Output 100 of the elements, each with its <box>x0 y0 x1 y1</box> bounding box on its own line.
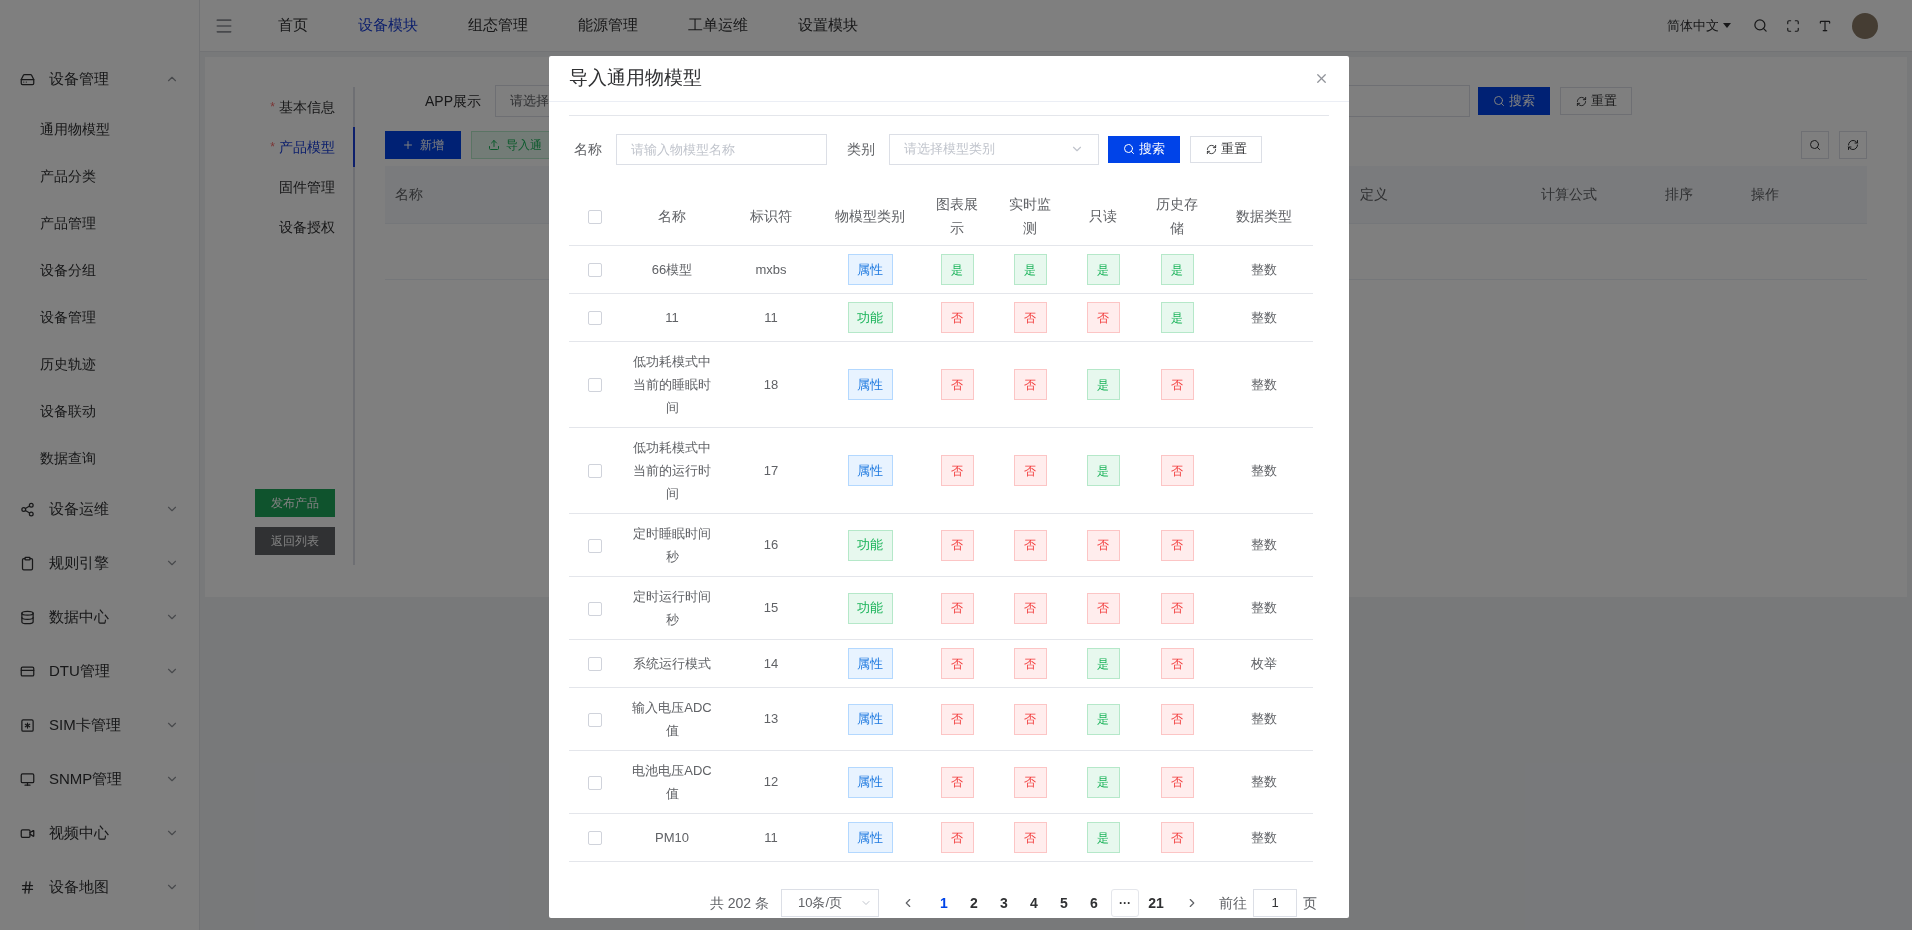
status-tag: 否 <box>1013 302 1047 333</box>
identifier-cell: 13 <box>763 711 779 727</box>
sidebar-menu-item[interactable]: DTU管理 <box>0 644 199 698</box>
top-nav-tab[interactable]: 能源管理 <box>578 14 638 37</box>
add-button[interactable]: 新增 <box>385 131 461 159</box>
status-tag: 否 <box>940 592 974 624</box>
goto-page-input[interactable]: 1 <box>1253 889 1297 917</box>
search-icon-button[interactable] <box>1801 131 1829 159</box>
page-number[interactable]: 2 <box>959 892 989 914</box>
language-dropdown[interactable]: 简体中文 <box>1667 15 1731 36</box>
sidebar-menu-item[interactable]: 视频中心 <box>0 806 199 860</box>
refresh-icon-button[interactable] <box>1839 131 1867 159</box>
reset-button[interactable]: 重置 <box>1560 87 1632 115</box>
checkbox[interactable] <box>588 712 602 727</box>
sidebar-submenu-item[interactable]: 设备分组 <box>0 247 199 294</box>
search-icon <box>1493 95 1505 107</box>
sidebar-menu-item[interactable]: SIM卡管理 <box>0 698 199 752</box>
sidebar-submenu-item[interactable]: 设备联动 <box>0 388 199 435</box>
top-nav-tab[interactable]: 设备模块 <box>358 14 418 37</box>
status-tag: 否 <box>1086 592 1120 624</box>
name-cell: 低功耗模式中当前的运行时间 <box>633 440 711 501</box>
reset-button[interactable]: 重置 <box>1190 135 1262 163</box>
status-tag: 是 <box>1086 703 1120 735</box>
status-tag: 是 <box>940 254 974 285</box>
sidebar-menu-item[interactable]: 设备运维 <box>0 482 199 536</box>
top-nav-tab[interactable]: 首页 <box>278 14 308 37</box>
sidebar-submenu-item[interactable]: 产品管理 <box>0 200 199 247</box>
close-icon[interactable] <box>1314 71 1329 86</box>
sidebar-item-icon <box>20 609 35 625</box>
checkbox[interactable] <box>588 657 602 672</box>
column-header: 标识符 <box>750 208 792 224</box>
sidebar-menu-item[interactable]: 规则引擎 <box>0 536 199 590</box>
fullscreen-icon[interactable] <box>1786 18 1800 33</box>
search-icon[interactable] <box>1753 18 1768 33</box>
sidebar-submenu-item[interactable]: 通用物模型 <box>0 106 199 153</box>
font-size-icon[interactable] <box>1818 18 1832 33</box>
identifier-cell: 18 <box>763 376 779 392</box>
column-header: 操作 <box>1751 186 1779 202</box>
page-number[interactable]: 6 <box>1079 892 1109 914</box>
sidebar-submenu-item[interactable]: 产品分类 <box>0 153 199 200</box>
page-size-select[interactable]: 10条/页 <box>781 889 879 917</box>
identifier-cell: 12 <box>763 774 779 790</box>
identifier-cell: 16 <box>763 537 779 553</box>
top-nav-tab[interactable]: 设置模块 <box>798 14 858 37</box>
column-header: 只读 <box>1089 208 1117 224</box>
column-header: 定义 <box>1360 186 1388 202</box>
top-nav-tab[interactable]: 组态管理 <box>468 14 528 37</box>
column-header: 计算公式 <box>1541 186 1597 202</box>
product-action-button[interactable]: 发布产品 <box>255 489 335 517</box>
goto-suffix: 页 <box>1303 893 1317 913</box>
page-number[interactable]: 3 <box>989 892 1019 914</box>
search-button[interactable]: 搜索 <box>1108 135 1180 163</box>
checkbox[interactable] <box>588 538 602 553</box>
dialog-title: 导入通用物模型 <box>569 66 703 91</box>
sidebar-submenu-item[interactable]: 设备管理 <box>0 294 199 341</box>
required-mark: * <box>270 139 275 156</box>
product-tab[interactable]: 产品模型 <box>279 136 335 158</box>
avatar[interactable] <box>1852 12 1878 39</box>
product-tab[interactable]: 基本信息 <box>279 96 335 118</box>
product-tab[interactable]: 设备授权 <box>279 216 335 238</box>
checkbox[interactable] <box>588 831 602 846</box>
name-input[interactable]: 请输入物模型名称 <box>616 133 827 165</box>
checkbox[interactable] <box>588 311 602 326</box>
page-number[interactable]: 1 <box>929 892 959 914</box>
sidebar-menu-item[interactable]: 设备地图 <box>0 860 199 914</box>
category-tag: 属性 <box>847 369 893 400</box>
more-pages-button[interactable]: ··· <box>1111 889 1139 917</box>
top-nav-tab[interactable]: 工单运维 <box>688 14 748 37</box>
status-tag: 否 <box>940 766 974 798</box>
column-header: 名称 <box>658 208 686 224</box>
page-number[interactable]: 5 <box>1049 892 1079 914</box>
checkbox[interactable] <box>588 263 602 278</box>
sidebar-menu-item[interactable]: SNMP管理 <box>0 752 199 806</box>
sidebar-submenu-item[interactable]: 历史轨迹 <box>0 341 199 388</box>
product-action-button[interactable]: 返回列表 <box>255 527 335 555</box>
search-button[interactable]: 搜索 <box>1478 87 1550 115</box>
data-type-cell: 整数 <box>1251 376 1277 392</box>
checkbox[interactable] <box>588 775 602 790</box>
checkbox[interactable] <box>588 378 602 393</box>
column-header: 图表展示 <box>936 196 978 236</box>
checkbox[interactable] <box>588 464 602 479</box>
sidebar-menu-item[interactable]: 设备管理 <box>0 52 199 106</box>
checkbox[interactable] <box>588 601 602 616</box>
checkbox[interactable] <box>588 209 602 224</box>
status-tag: 否 <box>940 703 974 735</box>
sidebar-item-icon <box>20 771 35 787</box>
data-type-cell: 整数 <box>1251 462 1277 478</box>
page-number[interactable]: 21 <box>1141 892 1171 914</box>
status-tag: 否 <box>1013 766 1047 798</box>
status-tag: 否 <box>940 648 974 679</box>
status-tag: 是 <box>1086 455 1120 486</box>
status-tag: 是 <box>1160 302 1194 333</box>
sidebar-submenu-item[interactable]: 数据查询 <box>0 435 199 482</box>
product-tab[interactable]: 固件管理 <box>279 176 335 198</box>
name-cell: 定时运行时间秒 <box>633 589 711 627</box>
status-tag: 否 <box>1013 703 1047 735</box>
page-number[interactable]: 4 <box>1019 892 1049 914</box>
identifier-cell: 11 <box>764 829 778 845</box>
sidebar-item-icon <box>20 555 35 571</box>
sidebar-menu-item[interactable]: 数据中心 <box>0 590 199 644</box>
